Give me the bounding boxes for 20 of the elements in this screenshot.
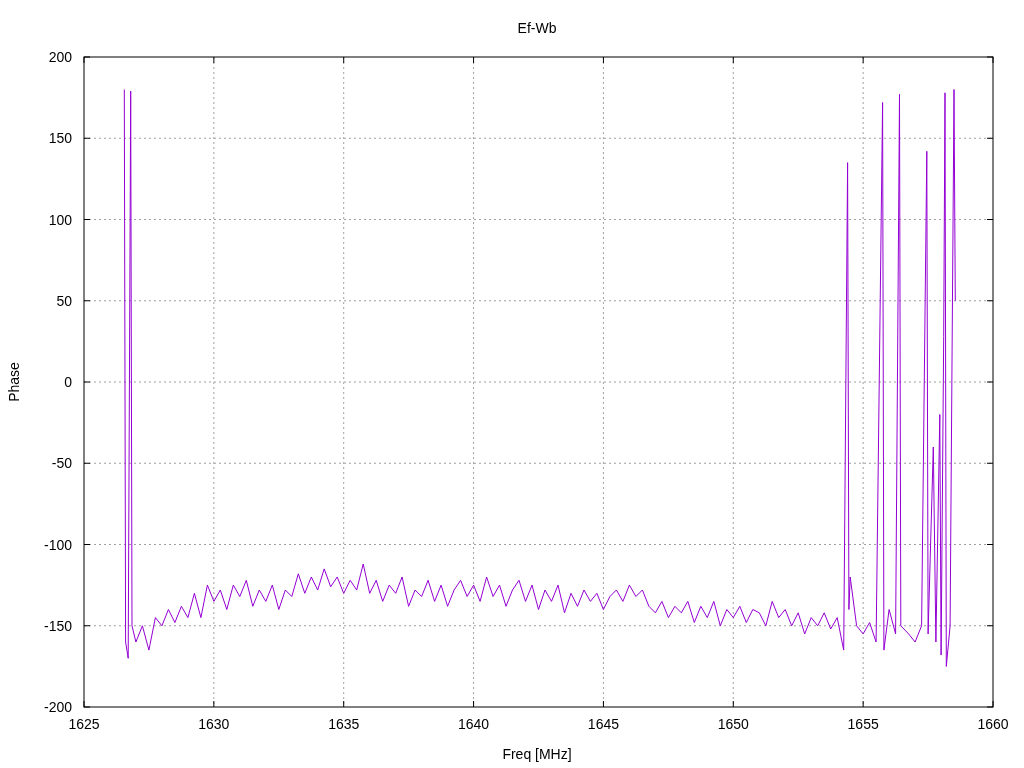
y-tick-label: 200 — [48, 49, 72, 65]
chart-title: Ef-Wb — [517, 20, 557, 36]
x-tick-label: 1635 — [328, 716, 360, 732]
y-tick-label: 0 — [64, 374, 72, 390]
y-tick-label: 100 — [48, 211, 72, 228]
x-tick-label: 1640 — [458, 716, 490, 732]
x-axis-label: Freq [MHz] — [502, 746, 572, 762]
x-tick-label: 1655 — [847, 716, 879, 732]
y-tick-label: -100 — [43, 536, 72, 553]
y-tick-label: 150 — [48, 130, 72, 147]
x-tick-label: 1630 — [198, 716, 230, 732]
x-tick-label: 1650 — [717, 716, 749, 732]
y-tick-label: -50 — [51, 455, 72, 472]
x-tick-label: 1645 — [587, 716, 619, 732]
y-tick-label: 50 — [56, 292, 72, 309]
y-axis-label: Phase — [6, 362, 22, 402]
y-tick-label: -200 — [43, 699, 72, 715]
x-tick-label: 1625 — [68, 716, 100, 732]
y-tick-label: -150 — [43, 617, 72, 634]
x-tick-label: 1660 — [977, 716, 1009, 732]
